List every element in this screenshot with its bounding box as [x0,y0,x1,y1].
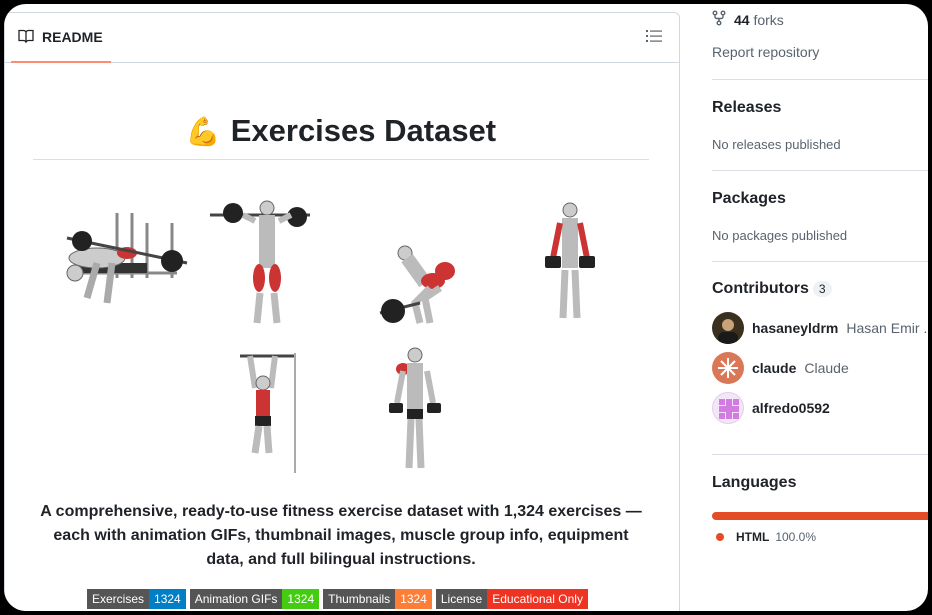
exercise-gallery [45,193,645,478]
badge-value: 1324 [395,589,432,609]
language-percent: 100.0% [775,530,817,544]
readme-tab[interactable]: README [11,13,111,63]
badge-value: 1324 [149,589,186,609]
flexed-biceps-icon: 💪 [185,115,221,147]
exercise-image-pull-up [240,353,296,473]
divider [712,170,928,171]
list-icon [646,29,662,48]
badge-license[interactable]: License Educational Only [435,589,588,609]
language-item[interactable]: HTML 100.0% [712,530,928,544]
languages-heading: Languages [712,474,797,491]
forks-count: 44 [734,11,750,28]
badge-key: Thumbnails [323,589,396,609]
exercise-image-dumbbell-lateral-raise [389,347,441,469]
contributor-login: alfredo0592 [752,400,830,416]
readme-header: README [5,13,679,63]
releases-empty: No releases published [712,137,841,152]
releases-heading[interactable]: Releases [712,99,928,117]
readme-tab-label: README [42,29,103,45]
contributors-heading[interactable]: Contributors 3 [712,280,928,298]
packages-heading[interactable]: Packages [712,190,928,208]
badge-thumbnails[interactable]: Thumbnails 1324 [323,589,432,609]
badge-exercises[interactable]: Exercises 1324 [87,589,186,609]
fork-icon [712,10,726,29]
exercise-image-bench-press [66,213,188,304]
exercise-image-barbell-squat [210,200,310,324]
readme-title: 💪 Exercises Dataset [33,113,649,160]
avatar [712,392,744,424]
divider [712,454,928,455]
badge-key: Exercises [87,589,150,609]
avatar [712,352,744,384]
badge-value: 1324 [282,589,320,609]
language-name: HTML [736,530,770,544]
badge-key: Animation GIFs [189,589,283,609]
contributor-login: claude [752,360,797,376]
contributor-item[interactable]: hasaneyldrm Hasan Emir ... [712,312,928,344]
contributor-name: Claude [804,360,849,376]
contributors-list: hasaneyldrm Hasan Emir ... claude Claude… [712,312,928,424]
exercise-image-deadlift [379,245,455,324]
packages-empty: No packages published [712,228,848,243]
language-color-dot [716,533,724,541]
readme-panel: README 💪 Exercises Dataset A comprehensi… [4,12,680,611]
readme-description: A comprehensive, ready-to-use fitness ex… [40,503,642,568]
forks-link[interactable]: 44 forks [712,10,928,29]
report-repository-link[interactable]: Report repository [712,44,928,60]
contributor-name: Hasan Emir ... [846,320,928,336]
divider [712,261,928,262]
badge-key: License [435,589,488,609]
language-bar [712,512,928,520]
badges: Exercises 1324 Animation GIFs 1324 Thumb… [87,589,588,609]
page-frame: README 💪 Exercises Dataset A comprehensi… [4,4,928,611]
exercise-image-dumbbell-shrug [545,202,595,319]
badge-value: Educational Only [487,589,588,609]
book-icon [18,28,34,47]
outline-button[interactable] [643,27,665,49]
contributor-login: hasaneyldrm [752,320,839,336]
avatar [712,312,744,344]
contributor-item[interactable]: alfredo0592 [712,392,928,424]
badge-animation-gifs[interactable]: Animation GIFs 1324 [189,589,320,609]
contributors-count: 3 [812,280,832,297]
divider [712,79,928,80]
contributor-item[interactable]: claude Claude [712,352,928,384]
forks-label: forks [753,11,784,28]
readme-title-text: Exercises Dataset [230,113,497,148]
